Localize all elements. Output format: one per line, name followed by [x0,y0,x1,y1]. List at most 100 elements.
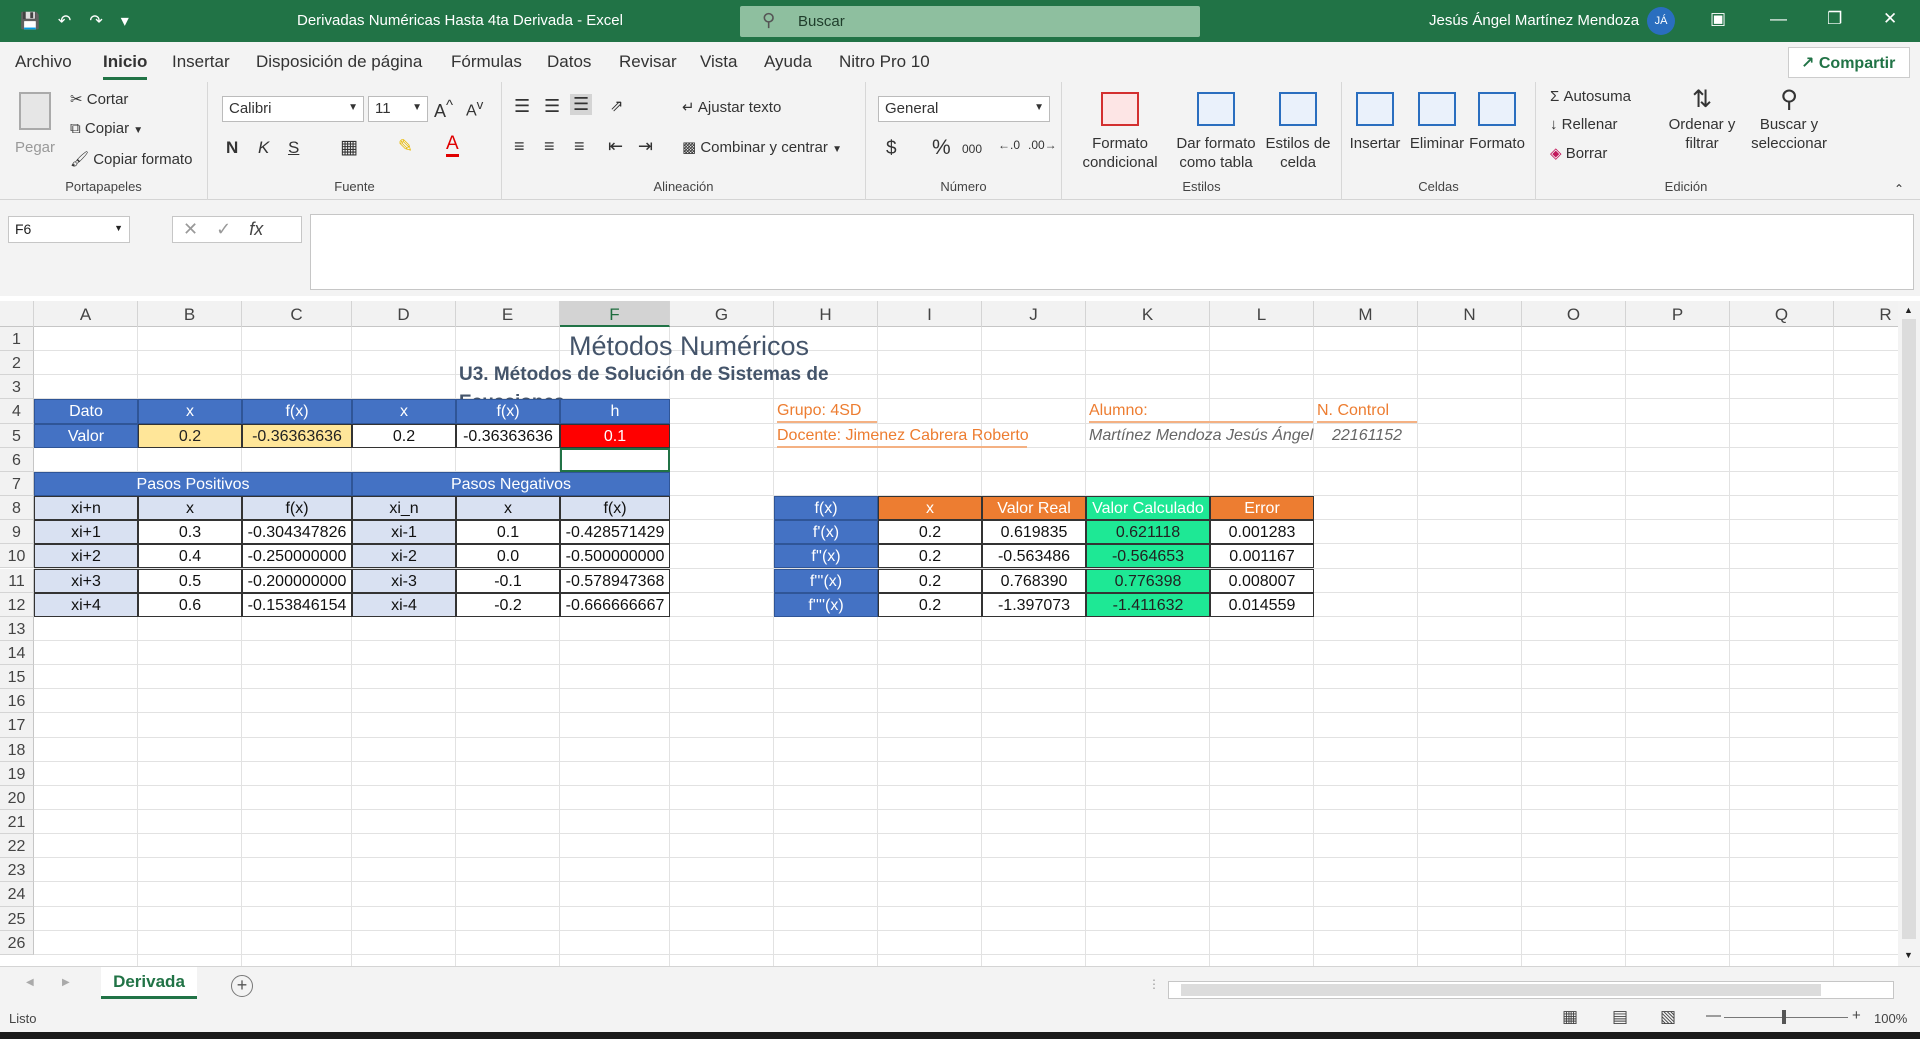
decrease-indent-icon[interactable]: ⇤ [608,136,623,157]
font-size-select[interactable]: 11 ▼ [368,96,428,122]
data-value-cell[interactable]: 0.1 [560,423,670,448]
data-header-cell[interactable]: Dato [34,399,138,424]
steps-header-cell[interactable]: x [138,496,242,521]
row-header-7[interactable]: 7 [0,471,34,497]
steps-cell[interactable]: xi+4 [34,592,138,617]
docente-label[interactable]: Docente: Jimenez Cabrera Roberto [777,424,1029,448]
insert-button[interactable]: Insertar [1342,92,1408,153]
results-cell[interactable]: f''(x) [774,544,878,569]
row-header-12[interactable]: 12 [0,592,34,617]
conditional-format-button[interactable]: Formato condicional [1072,92,1168,172]
cut-button[interactable]: ✂ Cortar [70,90,128,108]
results-cell[interactable]: 0.776398 [1086,568,1210,593]
currency-button[interactable]: $ [886,138,897,160]
steps-cell[interactable]: 0.6 [138,592,242,617]
data-header-cell[interactable]: f(x) [456,399,560,424]
data-value-cell[interactable]: 0.2 [352,423,456,448]
results-cell[interactable]: f'(x) [774,520,878,545]
bold-button[interactable]: N [226,138,238,158]
sheet-tab-derivada[interactable]: Derivada [101,967,197,999]
results-header-cell[interactable]: Valor Real [982,496,1086,521]
row-header-22[interactable]: 22 [0,834,34,859]
steps-cell[interactable]: -0.500000000 [560,544,670,569]
results-cell[interactable]: -0.563486 [982,544,1086,569]
tab-datos[interactable]: Datos [547,52,591,72]
data-value-cell[interactable]: 0.2 [138,423,242,448]
steps-cell[interactable]: 0.5 [138,568,242,593]
steps-cell[interactable]: 0.0 [456,544,560,569]
column-header-J[interactable]: J [982,301,1086,327]
grow-font-button[interactable]: A^ [434,97,453,122]
results-cell[interactable]: 0.2 [878,520,982,545]
results-header-cell[interactable]: f(x) [774,496,878,521]
align-middle-icon[interactable]: ☰ [544,96,560,117]
tab-revisar[interactable]: Revisar [619,52,677,72]
sort-filter-button[interactable]: ⇅ Ordenar y filtrar [1664,88,1740,153]
align-center-icon[interactable]: ≡ [544,136,555,157]
steps-cell[interactable]: -0.200000000 [242,568,352,593]
steps-cell[interactable]: -0.250000000 [242,544,352,569]
avatar[interactable]: JÁ [1647,7,1675,35]
shrink-font-button[interactable]: Av [466,97,483,120]
row-header-2[interactable]: 2 [0,351,34,376]
formula-input[interactable] [310,214,1914,290]
tab-archivo[interactable]: Archivo [15,52,72,72]
select-all-corner[interactable] [0,301,34,327]
grupo-label[interactable]: Grupo: 4SD [777,399,877,424]
row-header-21[interactable]: 21 [0,810,34,835]
scroll-down-icon[interactable]: ▼ [1904,950,1913,960]
decrease-decimal-icon[interactable]: .00→ [1028,138,1057,152]
tab-insertar[interactable]: Insertar [172,52,230,72]
column-header-O[interactable]: O [1522,301,1626,327]
steps-cell[interactable]: -0.666666667 [560,592,670,617]
format-as-table-button[interactable]: Dar formato como tabla [1168,92,1264,172]
steps-cell[interactable]: -0.428571429 [560,520,670,545]
fill-color-icon[interactable]: ✎ [398,136,413,157]
steps-cell[interactable]: 0.1 [456,520,560,545]
splitter-handle[interactable]: ⋮ [1148,977,1160,991]
results-cell[interactable]: f''''(x) [774,592,878,617]
steps-cell[interactable]: xi-2 [352,544,456,569]
results-cell[interactable]: 0.001283 [1210,520,1314,545]
steps-cell[interactable]: 0.3 [138,520,242,545]
next-sheet-icon[interactable]: ▶ [62,977,70,988]
steps-cell[interactable]: 0.4 [138,544,242,569]
add-sheet-button[interactable]: + [231,975,253,997]
steps-header-cell[interactable]: xi+n [34,496,138,521]
row-header-4[interactable]: 4 [0,399,34,424]
sheet-title[interactable]: Métodos Numéricos [454,328,924,361]
collapse-ribbon-icon[interactable]: ⌃ [1894,182,1904,196]
steps-header-cell[interactable]: x [456,496,560,521]
data-value-cell[interactable]: -0.36363636 [456,423,560,448]
results-header-cell[interactable]: Error [1210,496,1314,521]
align-right-icon[interactable]: ≡ [574,136,585,157]
row-header-11[interactable]: 11 [0,568,34,593]
steps-cell[interactable]: -0.1 [456,568,560,593]
results-cell[interactable]: 0.768390 [982,568,1086,593]
hscroll-thumb[interactable] [1181,984,1821,996]
column-header-L[interactable]: L [1210,301,1314,327]
tab-vista[interactable]: Vista [700,52,738,72]
clear-button[interactable]: ◈ Borrar [1550,144,1607,162]
normal-view-icon[interactable]: ▦ [1562,1007,1578,1027]
cancel-icon[interactable]: ✕ [183,219,216,239]
row-header-14[interactable]: 14 [0,640,34,666]
row-header-10[interactable]: 10 [0,544,34,569]
data-header-cell[interactable]: h [560,399,670,424]
prev-sheet-icon[interactable]: ◀ [26,977,34,988]
data-header-cell[interactable]: x [138,399,242,424]
steps-cell[interactable]: xi+1 [34,520,138,545]
zoom-slider[interactable] [1724,1017,1848,1018]
zoom-out-icon[interactable]: — [1706,1007,1721,1024]
format-painter-button[interactable]: 🖌 Copiar formato [70,150,192,168]
data-header-cell[interactable]: x [352,399,456,424]
format-button[interactable]: Formato [1464,92,1530,153]
percent-button[interactable]: % [932,136,951,160]
comma-button[interactable]: 000 [962,142,982,156]
results-cell[interactable]: 0.001167 [1210,544,1314,569]
row-header-24[interactable]: 24 [0,882,34,907]
selected-cell-F6[interactable] [560,447,670,472]
row-header-3[interactable]: 3 [0,375,34,400]
vertical-scrollbar[interactable]: ▲ ▼ [1898,301,1920,966]
sheet-subtitle[interactable]: U3. Métodos de Solución de Sistemas de E… [454,361,924,413]
